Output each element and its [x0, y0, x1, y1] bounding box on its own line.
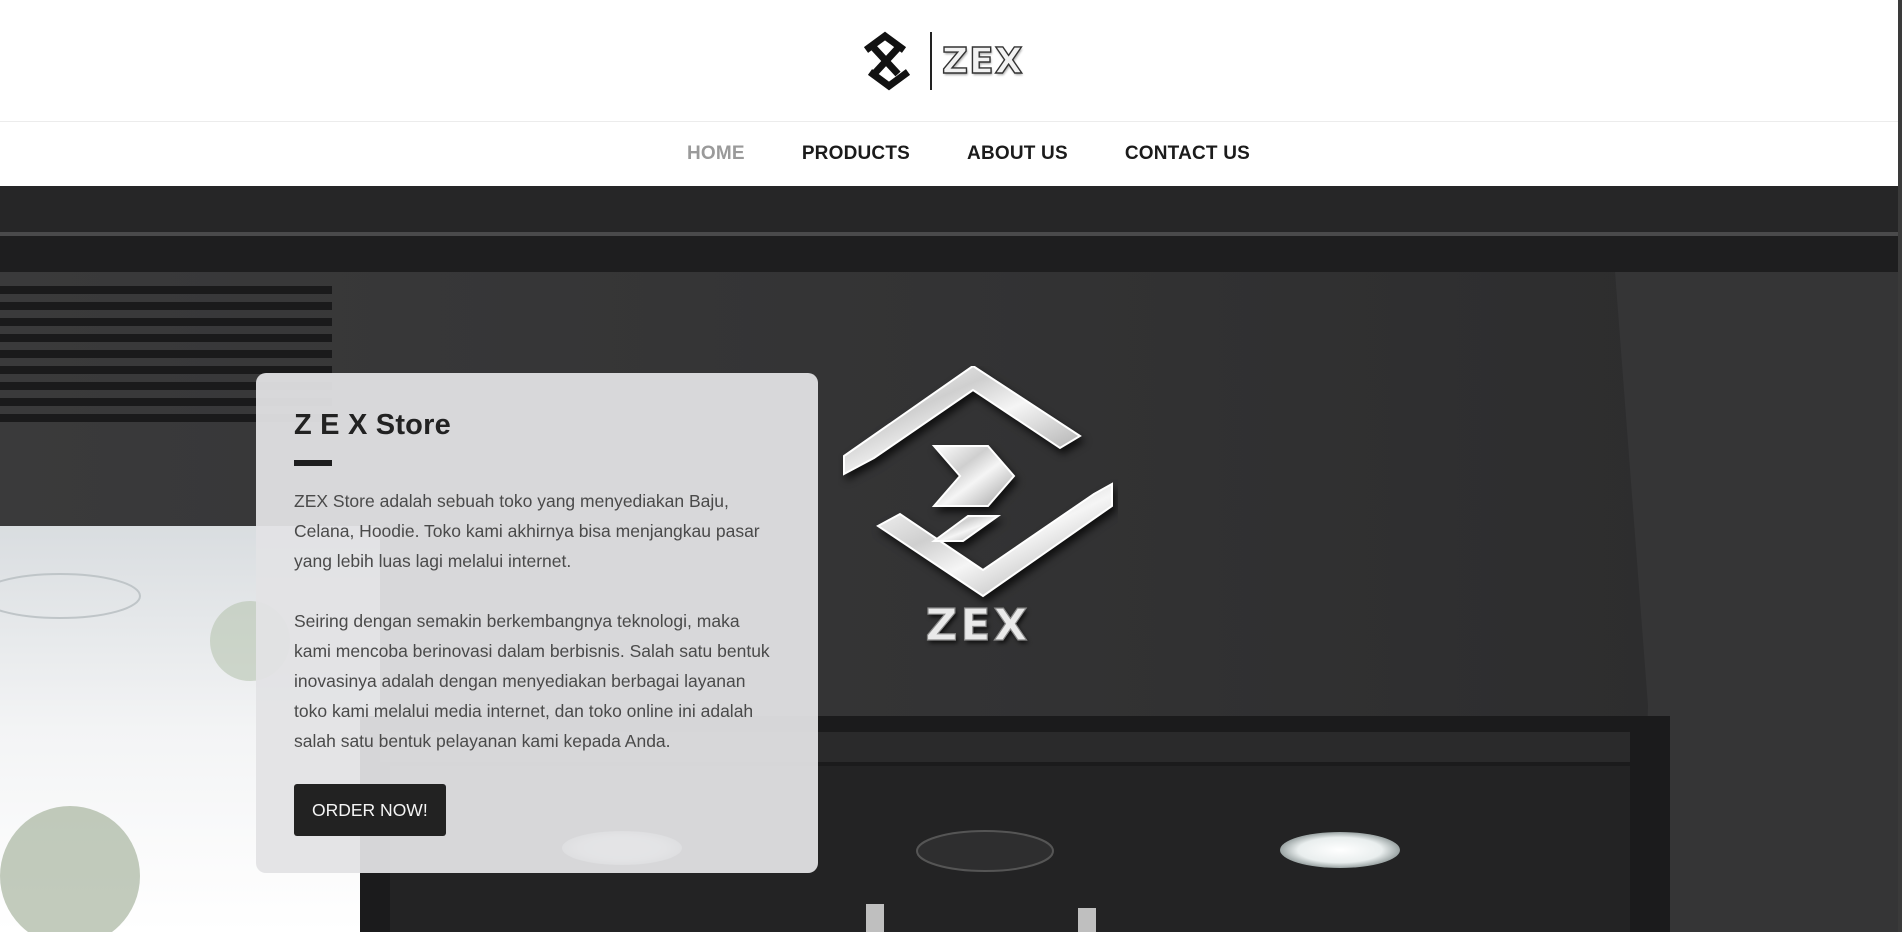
- store-description-1: ZEX Store adalah sebuah toko yang menyed…: [294, 491, 760, 571]
- main-navigation: HOME PRODUCTS ABOUT US CONTACT US: [0, 122, 1900, 186]
- brand-logo[interactable]: ZEX: [852, 28, 1023, 94]
- browser-frame-edge: [1898, 0, 1902, 932]
- hero-section: ZEX Z E X Store ZEX Store adalah sebuah …: [0, 186, 1898, 932]
- nav-list: HOME PRODUCTS ABOUT US CONTACT US: [687, 122, 1250, 186]
- nav-item-contact-us[interactable]: CONTACT US: [1125, 143, 1250, 165]
- store-description-2: Seiring dengan semakin berkembangnya tek…: [294, 611, 770, 751]
- site-header: ZEX: [0, 0, 1900, 122]
- store-info-card: Z E X Store ZEX Store adalah sebuah toko…: [256, 373, 818, 873]
- zex-monogram-icon: [863, 31, 911, 91]
- nav-item-products[interactable]: PRODUCTS: [802, 143, 910, 165]
- order-now-button[interactable]: ORDER NOW!: [294, 784, 446, 836]
- nav-item-home[interactable]: HOME: [687, 143, 745, 165]
- nav-item-about-us[interactable]: ABOUT US: [967, 143, 1068, 165]
- logo-text: ZEX: [941, 40, 1024, 82]
- logo-divider: [930, 32, 932, 90]
- store-title: Z E X Store: [294, 409, 451, 441]
- sign-logo-text: ZEX: [925, 599, 1031, 651]
- title-underline: [294, 460, 332, 466]
